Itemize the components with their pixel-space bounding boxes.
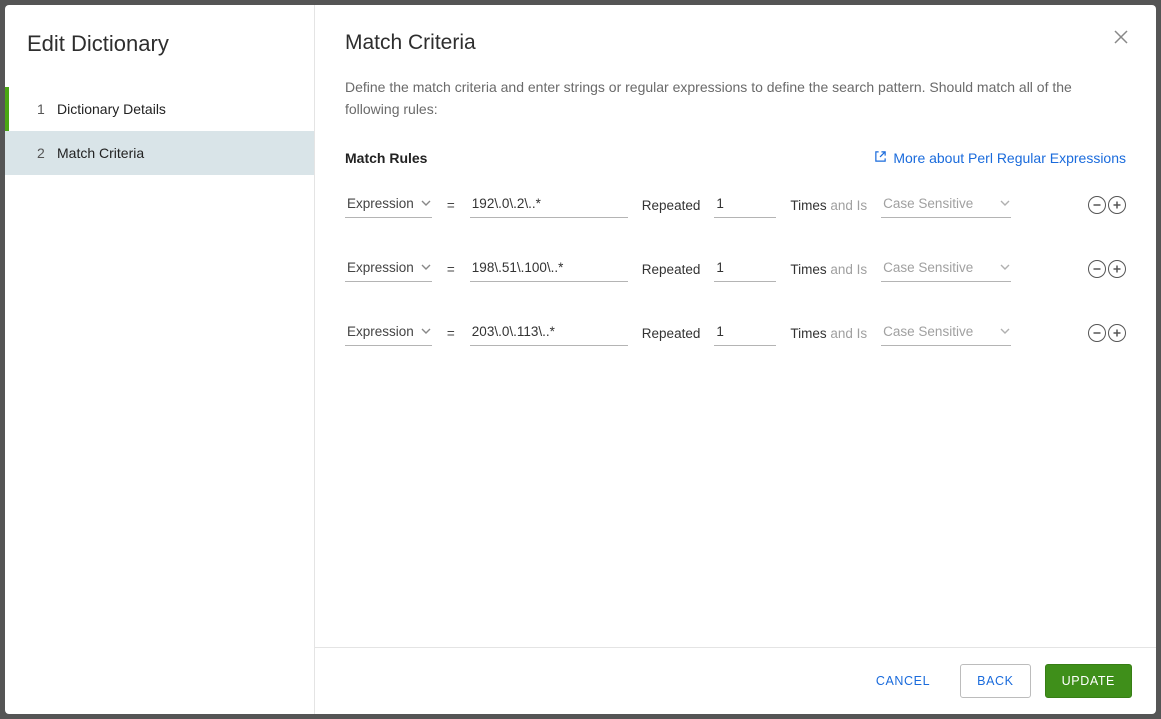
plus-icon	[1112, 262, 1122, 276]
match-rule-row: Expression = Repeated Times and Is Case …	[345, 320, 1126, 346]
case-placeholder: Case Sensitive	[883, 260, 973, 275]
edit-dictionary-modal: Edit Dictionary 1 Dictionary Details 2 M…	[5, 5, 1156, 714]
back-button[interactable]: BACK	[960, 664, 1030, 698]
minus-icon	[1092, 262, 1102, 276]
rule-type-value: Expression	[347, 196, 414, 211]
main-panel: Match Criteria Define the match criteria…	[315, 5, 1156, 714]
pattern-input[interactable]	[470, 256, 628, 282]
pattern-input[interactable]	[470, 320, 628, 346]
case-sensitivity-select[interactable]: Case Sensitive	[881, 320, 1011, 346]
match-rule-row: Expression = Repeated Times and Is Case …	[345, 192, 1126, 218]
external-link-icon	[874, 150, 887, 166]
and-is-label: and Is	[830, 326, 867, 341]
repeated-label: Repeated	[642, 198, 701, 213]
page-title: Match Criteria	[345, 31, 1126, 55]
cancel-button[interactable]: CANCEL	[860, 665, 946, 697]
step-number: 2	[37, 145, 57, 161]
chevron-down-icon	[421, 260, 431, 275]
minus-icon	[1092, 198, 1102, 212]
equals-label: =	[446, 262, 456, 277]
add-rule-button[interactable]	[1108, 196, 1126, 214]
add-rule-button[interactable]	[1108, 260, 1126, 278]
and-is-label: and Is	[830, 198, 867, 213]
times-label: Times	[790, 198, 826, 213]
step-label: Dictionary Details	[57, 101, 166, 117]
modal-footer: CANCEL BACK UPDATE	[315, 647, 1156, 714]
equals-label: =	[446, 198, 456, 213]
close-button[interactable]	[1110, 27, 1132, 49]
match-rule-row: Expression = Repeated Times and Is Case …	[345, 256, 1126, 282]
case-sensitivity-select[interactable]: Case Sensitive	[881, 192, 1011, 218]
chevron-down-icon	[421, 196, 431, 211]
page-description: Define the match criteria and enter stri…	[345, 77, 1126, 120]
plus-icon	[1112, 198, 1122, 212]
plus-icon	[1112, 326, 1122, 340]
remove-rule-button[interactable]	[1088, 196, 1106, 214]
repeat-count-input[interactable]	[714, 192, 776, 218]
chevron-down-icon	[421, 324, 431, 339]
wizard-step-dictionary-details[interactable]: 1 Dictionary Details	[5, 87, 314, 131]
sidebar-title: Edit Dictionary	[5, 31, 314, 87]
repeat-count-input[interactable]	[714, 320, 776, 346]
repeat-count-input[interactable]	[714, 256, 776, 282]
close-icon	[1113, 29, 1129, 48]
repeated-label: Repeated	[642, 326, 701, 341]
and-is-label: and Is	[830, 262, 867, 277]
match-rules-heading: Match Rules	[345, 150, 427, 166]
rule-type-select[interactable]: Expression	[345, 192, 432, 218]
add-rule-button[interactable]	[1108, 324, 1126, 342]
case-placeholder: Case Sensitive	[883, 196, 973, 211]
wizard-step-match-criteria[interactable]: 2 Match Criteria	[5, 131, 314, 175]
rule-type-select[interactable]: Expression	[345, 320, 432, 346]
case-sensitivity-select[interactable]: Case Sensitive	[881, 256, 1011, 282]
remove-rule-button[interactable]	[1088, 260, 1106, 278]
rule-type-value: Expression	[347, 260, 414, 275]
pattern-input[interactable]	[470, 192, 628, 218]
remove-rule-button[interactable]	[1088, 324, 1106, 342]
perl-regex-help-link[interactable]: More about Perl Regular Expressions	[874, 150, 1126, 166]
rule-type-select[interactable]: Expression	[345, 256, 432, 282]
case-placeholder: Case Sensitive	[883, 324, 973, 339]
chevron-down-icon	[1000, 260, 1010, 275]
chevron-down-icon	[1000, 196, 1010, 211]
repeated-label: Repeated	[642, 262, 701, 277]
update-button[interactable]: UPDATE	[1045, 664, 1132, 698]
step-number: 1	[37, 101, 57, 117]
times-label: Times	[790, 262, 826, 277]
chevron-down-icon	[1000, 324, 1010, 339]
minus-icon	[1092, 326, 1102, 340]
times-label: Times	[790, 326, 826, 341]
equals-label: =	[446, 326, 456, 341]
wizard-sidebar: Edit Dictionary 1 Dictionary Details 2 M…	[5, 5, 315, 714]
rule-type-value: Expression	[347, 324, 414, 339]
help-link-label: More about Perl Regular Expressions	[893, 150, 1126, 166]
step-label: Match Criteria	[57, 145, 144, 161]
